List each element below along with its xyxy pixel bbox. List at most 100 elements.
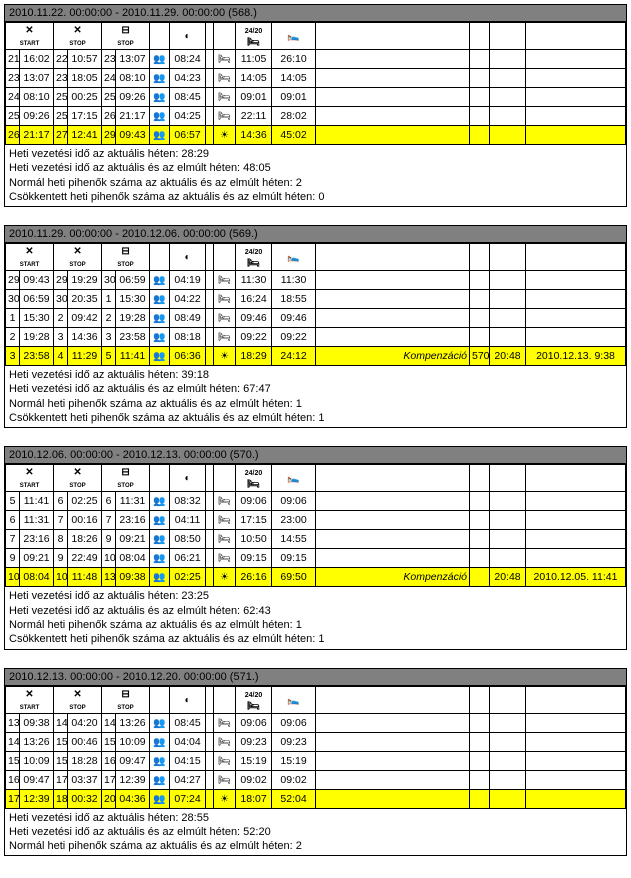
data-row: 323:58411:29511:41👥06:36☀18:2924:12Kompe… [6, 347, 626, 366]
data-table: ✕START ✕STOP ⊟STOP ◐ 24/20🛏 🛌 2909:43291… [5, 243, 626, 366]
people-icon: 👥 [153, 111, 165, 122]
data-row: 723:16818:26909:21👥08:50🛏10:5014:55 [6, 530, 626, 549]
header-row: ✕START ✕STOP ⊟STOP ◐ 24/20🛏 🛌 [6, 465, 626, 492]
bed-icon: 🛏 [218, 294, 231, 305]
people-icon: 👥 [153, 332, 165, 343]
summary-line-2: Heti vezetési idő az aktuális és az elmú… [9, 382, 622, 396]
start-icon-header: ✕START [6, 465, 54, 492]
data-row: 1008:041011:481309:38👥02:25☀26:1669:50Ko… [6, 568, 626, 587]
stop2-icon-header: ⊟STOP [102, 244, 150, 271]
summary: Heti vezetési idő az aktuális héten: 28:… [5, 809, 626, 856]
bed-icon: 🛏 [218, 73, 231, 84]
summary-line-4: Csökkentett heti pihenők száma az aktuál… [9, 632, 622, 646]
data-row: 1510:091518:281609:47👥04:15🛏15:1915:19 [6, 751, 626, 770]
people-icon: 👥 [153, 275, 165, 286]
header-row: ✕START ✕STOP ⊟STOP ◐ 24/20🛏 🛌 [6, 244, 626, 271]
clock-icon-header: ◐ [170, 465, 206, 492]
sun-icon: ☀ [220, 572, 229, 583]
bed-icon: 🛏 [218, 718, 231, 729]
bed-icon-header: 🛌 [272, 244, 316, 271]
kompenzacio-label: Kompenzáció [316, 347, 470, 366]
data-row: 1413:261500:461510:09👥04:04🛏09:2309:23 [6, 732, 626, 751]
bed-icon: 🛏 [218, 496, 231, 507]
clock-icon-header: ◐ [170, 23, 206, 50]
data-row: 219:28314:36323:58👥08:18🛏09:2209:22 [6, 328, 626, 347]
data-row: 1309:381404:201413:26👥08:45🛏09:0609:06 [6, 713, 626, 732]
data-row: 1712:391800:322004:36👥07:24☀18:0752:04 [6, 789, 626, 808]
data-row: 2909:432919:293006:59👥04:19🛏11:3011:30 [6, 271, 626, 290]
summary: Heti vezetési idő az aktuális héten: 28:… [5, 145, 626, 206]
start-icon-header: ✕START [6, 686, 54, 713]
stop2-icon-header: ⊟STOP [102, 686, 150, 713]
people-icon: 👥 [153, 737, 165, 748]
week-block: 2010.11.29. 00:00:00 - 2010.12.06. 00:00… [4, 225, 627, 428]
bed-icon-header: 🛌 [272, 686, 316, 713]
stop-icon-header: ✕STOP [54, 465, 102, 492]
week-block: 2010.12.13. 00:00:00 - 2010.12.20. 00:00… [4, 668, 627, 857]
start-icon-header: ✕START [6, 244, 54, 271]
header-row: ✕START ✕STOP ⊟STOP ◐ 24/20🛏 🛌 [6, 23, 626, 50]
summary: Heti vezetési idő az aktuális héten: 39:… [5, 366, 626, 427]
sun-icon: ☀ [220, 130, 229, 141]
h24-header: 24/20🛏 [236, 244, 272, 271]
bed-icon: 🛏 [218, 737, 231, 748]
bed-icon: 🛏 [218, 332, 231, 343]
h24-header: 24/20🛏 [236, 23, 272, 50]
data-row: 2116:022210:572313:07👥08:24🛏11:0526:10 [6, 50, 626, 69]
people-icon: 👥 [153, 775, 165, 786]
data-row: 511:41602:25611:31👥08:32🛏09:0609:06 [6, 492, 626, 511]
data-row: 611:31700:16723:16👥04:11🛏17:1523:00 [6, 511, 626, 530]
data-row: 2621:172712:412909:43👥06:57☀14:3645:02 [6, 126, 626, 145]
week-block: 2010.11.22. 00:00:00 - 2010.11.29. 00:00… [4, 4, 627, 207]
bed-icon: 🛏 [218, 775, 231, 786]
people-icon: 👥 [153, 92, 165, 103]
people-icon: 👥 [153, 130, 165, 141]
data-row: 909:21922:491008:04👥06:21🛏09:1509:15 [6, 549, 626, 568]
bed-icon: 🛏 [218, 111, 231, 122]
people-icon: 👥 [153, 534, 165, 545]
people-icon: 👥 [153, 73, 165, 84]
bed-icon: 🛏 [218, 553, 231, 564]
data-row: 1609:471703:371712:39👥04:27🛏09:0209:02 [6, 770, 626, 789]
bed-icon: 🛏 [218, 313, 231, 324]
summary-line-1: Heti vezetési idő az aktuális héten: 39:… [9, 368, 622, 382]
people-icon: 👥 [153, 496, 165, 507]
data-table: ✕START ✕STOP ⊟STOP ◐ 24/20🛏 🛌 511:41602:… [5, 464, 626, 587]
week-block: 2010.12.06. 00:00:00 - 2010.12.13. 00:00… [4, 446, 627, 649]
people-icon: 👥 [153, 794, 165, 805]
people-icon: 👥 [153, 553, 165, 564]
kompenzacio-label: Kompenzáció [316, 568, 470, 587]
summary-line-4: Csökkentett heti pihenők száma az aktuál… [9, 190, 622, 204]
data-row: 115:30209:42219:28👥08:49🛏09:4609:46 [6, 309, 626, 328]
stop-icon-header: ✕STOP [54, 23, 102, 50]
bed-icon: 🛏 [218, 92, 231, 103]
data-row: 2408:102500:252509:26👥08:45🛏09:0109:01 [6, 88, 626, 107]
bed-icon: 🛏 [218, 54, 231, 65]
sun-icon: ☀ [220, 794, 229, 805]
start-icon-header: ✕START [6, 23, 54, 50]
stop2-icon-header: ⊟STOP [102, 465, 150, 492]
summary-line-3: Normál heti pihenők száma az aktuális és… [9, 176, 622, 190]
bed-icon-header: 🛌 [272, 465, 316, 492]
summary-line-1: Heti vezetési idő az aktuális héten: 28:… [9, 811, 622, 825]
people-icon: 👥 [153, 515, 165, 526]
summary-line-2: Heti vezetési idő az aktuális és az elmú… [9, 604, 622, 618]
people-icon: 👥 [153, 572, 165, 583]
block-title: 2010.11.29. 00:00:00 - 2010.12.06. 00:00… [5, 226, 626, 243]
sun-icon: ☀ [220, 351, 229, 362]
summary-line-4: Csökkentett heti pihenők száma az aktuál… [9, 411, 622, 425]
people-icon: 👥 [153, 54, 165, 65]
summary-line-1: Heti vezetési idő az aktuális héten: 23:… [9, 589, 622, 603]
people-icon: 👥 [153, 351, 165, 362]
summary-line-1: Heti vezetési idő az aktuális héten: 28:… [9, 147, 622, 161]
data-table: ✕START ✕STOP ⊟STOP ◐ 24/20🛏 🛌 2116:02221… [5, 22, 626, 145]
summary-line-2: Heti vezetési idő az aktuális és az elmú… [9, 825, 622, 839]
bed-icon: 🛏 [218, 275, 231, 286]
people-icon: 👥 [153, 718, 165, 729]
clock-icon-header: ◐ [170, 244, 206, 271]
people-icon: 👥 [153, 313, 165, 324]
stop2-icon-header: ⊟STOP [102, 23, 150, 50]
block-title: 2010.12.06. 00:00:00 - 2010.12.13. 00:00… [5, 447, 626, 464]
data-row: 2509:262517:152621:17👥04:25🛏22:1128:02 [6, 107, 626, 126]
people-icon: 👥 [153, 756, 165, 767]
